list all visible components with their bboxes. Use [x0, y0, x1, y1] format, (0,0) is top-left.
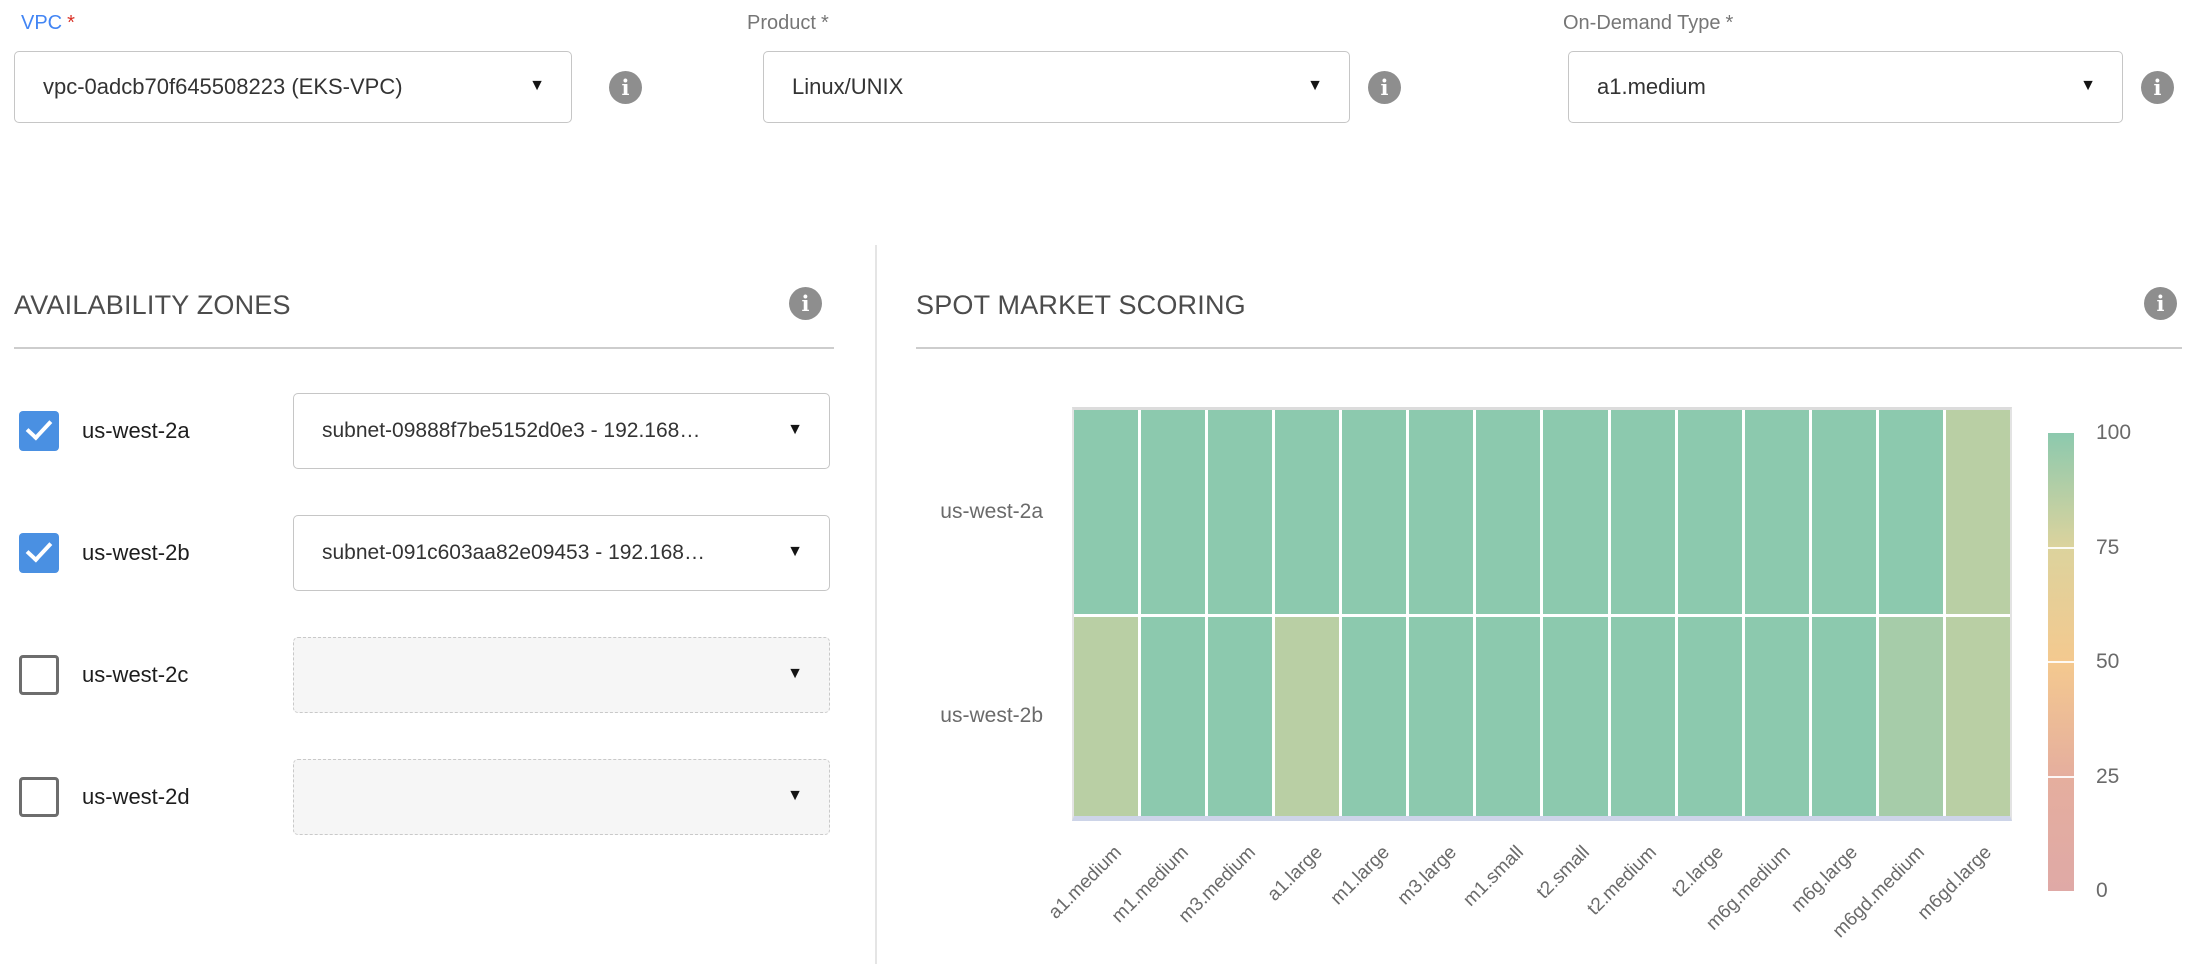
heatmap-cell-us-west-2b-t2.small — [1543, 617, 1607, 816]
check-icon — [26, 413, 53, 440]
colorbar-tick-label: 0 — [2096, 877, 2176, 905]
zone-checkbox[interactable] — [19, 411, 59, 451]
subnet-select: ▼ — [293, 759, 830, 835]
required-asterisk: * — [821, 12, 829, 34]
zone-label: us-west-2c — [82, 637, 188, 713]
heatmap-colorbar — [2048, 433, 2074, 891]
y-axis-label: us-west-2b — [790, 702, 1043, 730]
chevron-down-icon: ▼ — [2080, 78, 2096, 94]
availability-zone-row: us-west-2c ▼ — [0, 637, 875, 713]
on-demand-type-select[interactable]: a1.medium ▼ — [1568, 51, 2123, 123]
heatmap-cell-us-west-2a-t2.small — [1543, 410, 1607, 614]
product-info-icon[interactable]: i — [1368, 71, 1401, 104]
colorbar-tick-label: 25 — [2096, 763, 2176, 791]
subnet-select[interactable]: subnet-09888f7be5152d0e3 - 192.168… ▼ — [293, 393, 830, 469]
chevron-down-icon: ▼ — [1307, 78, 1323, 94]
heatmap-cell-us-west-2a-m6g.medium — [1745, 410, 1809, 614]
heatmap-cell-us-west-2a-m3.large — [1409, 410, 1473, 614]
required-asterisk: * — [67, 12, 75, 34]
heatmap-cell-us-west-2a-t2.medium — [1611, 410, 1675, 614]
heatmap-cell-us-west-2a-m1.small — [1476, 410, 1540, 614]
on-demand-type-label: On-Demand Type* — [1563, 12, 1733, 35]
zone-checkbox[interactable] — [19, 655, 59, 695]
colorbar-tick — [2048, 547, 2074, 549]
zone-label: us-west-2d — [82, 759, 190, 835]
spot-market-scoring-info-icon[interactable]: i — [2144, 287, 2177, 320]
availability-zones-info-icon[interactable]: i — [789, 287, 822, 320]
product-select-value: Linux/UNIX — [792, 74, 903, 100]
heatmap-cell-us-west-2a-m6g.large — [1812, 410, 1876, 614]
availability-zone-row: us-west-2a subnet-09888f7be5152d0e3 - 19… — [0, 393, 875, 469]
heatmap-cell-us-west-2a-m1.medium — [1141, 410, 1205, 614]
heatmap-cell-us-west-2b-m1.large — [1342, 617, 1406, 816]
heatmap-cell-us-west-2b-a1.large — [1275, 617, 1339, 816]
spot-market-scoring-title: SPOT MARKET SCORING — [916, 290, 1246, 321]
subnet-select-value: subnet-091c603aa82e09453 - 192.168… — [322, 541, 705, 565]
heatmap-cell-us-west-2a-a1.large — [1275, 410, 1339, 614]
heatmap-cell-us-west-2b-m1.small — [1476, 617, 1540, 816]
y-axis-label: us-west-2a — [790, 498, 1043, 526]
required-asterisk: * — [1726, 12, 1734, 34]
colorbar-tick-label: 100 — [2096, 419, 2176, 447]
chevron-down-icon: ▼ — [787, 544, 803, 560]
heatmap-cell-us-west-2b-t2.medium — [1611, 617, 1675, 816]
heatmap-cell-us-west-2b-m6g.large — [1812, 617, 1876, 816]
on-demand-type-select-value: a1.medium — [1597, 74, 1706, 100]
vpc-select-value: vpc-0adcb70f645508223 (EKS-VPC) — [43, 74, 403, 100]
on-demand-type-info-icon[interactable]: i — [2141, 71, 2174, 104]
heatmap-cell-us-west-2b-m1.medium — [1141, 617, 1205, 816]
chevron-down-icon: ▼ — [787, 422, 803, 438]
chevron-down-icon: ▼ — [529, 78, 545, 94]
colorbar-tick-label: 75 — [2096, 534, 2176, 562]
heatmap-cell-us-west-2b-m6gd.large — [1946, 617, 2010, 816]
heatmap-cell-us-west-2a-m1.large — [1342, 410, 1406, 614]
heatmap-cell-us-west-2b-m6g.medium — [1745, 617, 1809, 816]
heatmap-cell-us-west-2a-t2.large — [1678, 410, 1742, 614]
zone-label: us-west-2a — [82, 393, 190, 469]
section-divider — [875, 245, 877, 964]
heatmap-cell-us-west-2b-m3.large — [1409, 617, 1473, 816]
zone-checkbox[interactable] — [19, 777, 59, 817]
subnet-select[interactable]: subnet-091c603aa82e09453 - 192.168… ▼ — [293, 515, 830, 591]
heatmap-cell-us-west-2a-m6gd.large — [1946, 410, 2010, 614]
zone-label: us-west-2b — [82, 515, 190, 591]
availability-zone-row: us-west-2d ▼ — [0, 759, 875, 835]
vpc-info-icon[interactable]: i — [609, 71, 642, 104]
availability-zone-row: us-west-2b subnet-091c603aa82e09453 - 19… — [0, 515, 875, 591]
heatmap-cell-us-west-2b-m6gd.medium — [1879, 617, 1943, 816]
spot-market-config-page: VPC* vpc-0adcb70f645508223 (EKS-VPC) ▼ i… — [0, 0, 2196, 964]
heatmap-cell-us-west-2b-t2.large — [1678, 617, 1742, 816]
chevron-down-icon: ▼ — [787, 666, 803, 682]
product-select[interactable]: Linux/UNIX ▼ — [763, 51, 1350, 123]
availability-zones-divider — [14, 347, 834, 349]
product-label: Product* — [747, 12, 829, 35]
heatmap-cell-us-west-2b-m3.medium — [1208, 617, 1272, 816]
check-icon — [26, 535, 53, 562]
subnet-select: ▼ — [293, 637, 830, 713]
vpc-select[interactable]: vpc-0adcb70f645508223 (EKS-VPC) ▼ — [14, 51, 572, 123]
colorbar-tick — [2048, 661, 2074, 663]
vpc-label: VPC* — [21, 12, 75, 35]
heatmap-cell-us-west-2b-a1.medium — [1074, 617, 1138, 816]
availability-zone-list: us-west-2a subnet-09888f7be5152d0e3 - 19… — [0, 393, 875, 881]
heatmap-cell-us-west-2a-a1.medium — [1074, 410, 1138, 614]
heatmap-cell-us-west-2a-m3.medium — [1208, 410, 1272, 614]
colorbar-tick — [2048, 776, 2074, 778]
subnet-select-value: subnet-09888f7be5152d0e3 - 192.168… — [322, 419, 700, 443]
availability-zones-title: AVAILABILITY ZONES — [14, 290, 291, 321]
chevron-down-icon: ▼ — [787, 788, 803, 804]
heatmap-cell-us-west-2a-m6gd.medium — [1879, 410, 1943, 614]
spot-market-scoring-divider — [916, 347, 2182, 349]
zone-checkbox[interactable] — [19, 533, 59, 573]
spot-score-heatmap — [1072, 407, 2012, 821]
colorbar-tick-label: 50 — [2096, 648, 2176, 676]
